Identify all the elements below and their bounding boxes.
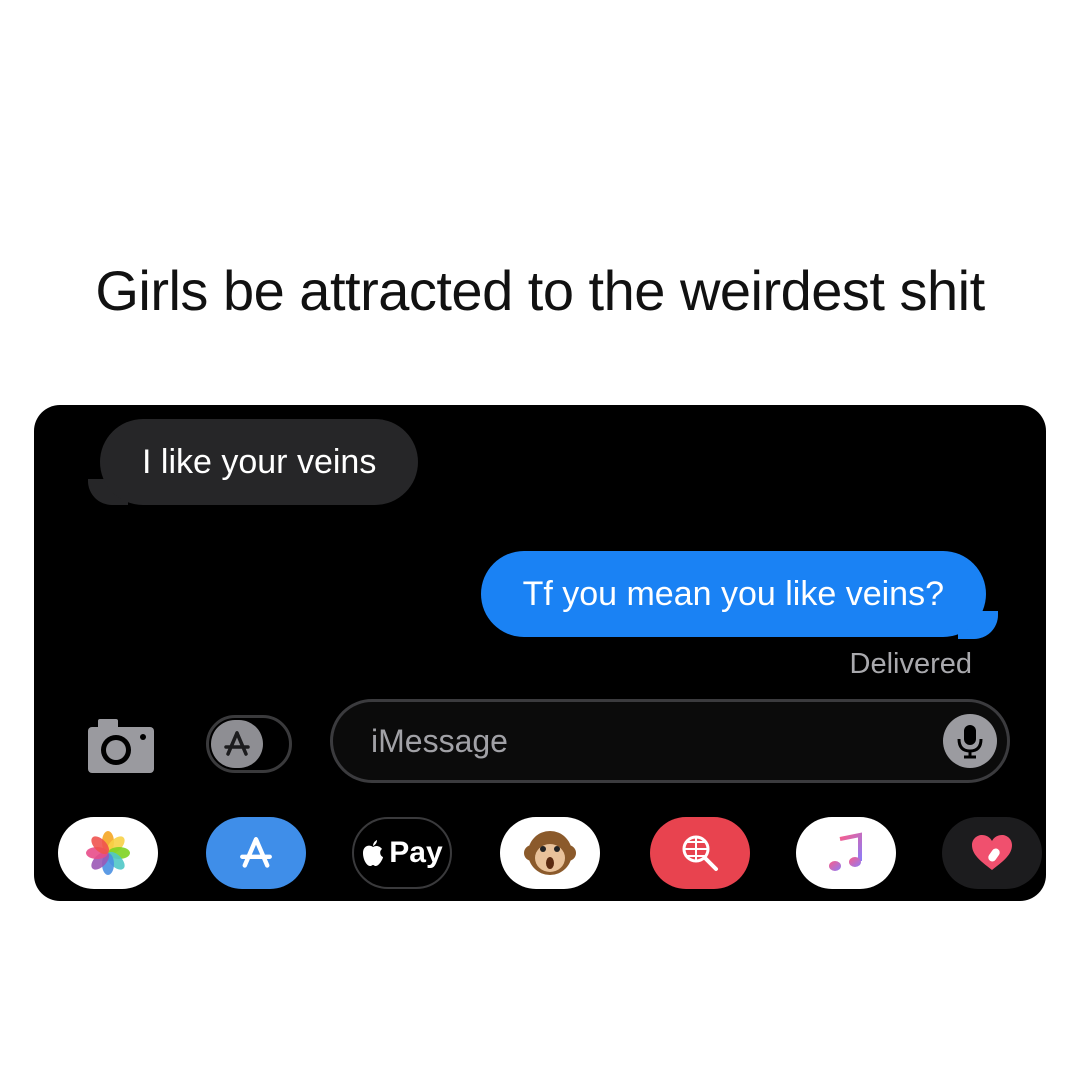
photos-icon[interactable] <box>58 817 158 889</box>
sent-message-bubble[interactable]: Tf you mean you like veins? <box>480 551 986 637</box>
apps-button[interactable] <box>206 715 292 773</box>
apple-logo-icon <box>363 840 384 866</box>
received-message-bubble[interactable]: I like your veins <box>100 419 419 505</box>
meme-caption: Girls be attracted to the weirdest shit <box>95 259 985 322</box>
imessage-input[interactable]: iMessage <box>330 699 1010 783</box>
apple-pay-label: Pay <box>389 836 443 869</box>
animoji-monkey-icon[interactable] <box>500 817 600 889</box>
delivery-status: Delivered <box>849 648 973 680</box>
music-icon[interactable] <box>796 817 896 889</box>
app-store-icon <box>211 720 263 768</box>
digital-touch-heart-icon[interactable] <box>942 817 1042 889</box>
microphone-icon[interactable] <box>943 714 997 768</box>
app-store-icon[interactable] <box>206 817 306 889</box>
camera-icon[interactable] <box>86 715 156 775</box>
images-search-icon[interactable] <box>650 817 750 889</box>
imessage-screen: I like your veins Tf you mean you like v… <box>34 405 1046 901</box>
apple-pay-button[interactable]: Pay <box>352 817 452 889</box>
input-placeholder: iMessage <box>371 723 508 759</box>
app-drawer: Pay <box>34 817 1046 901</box>
